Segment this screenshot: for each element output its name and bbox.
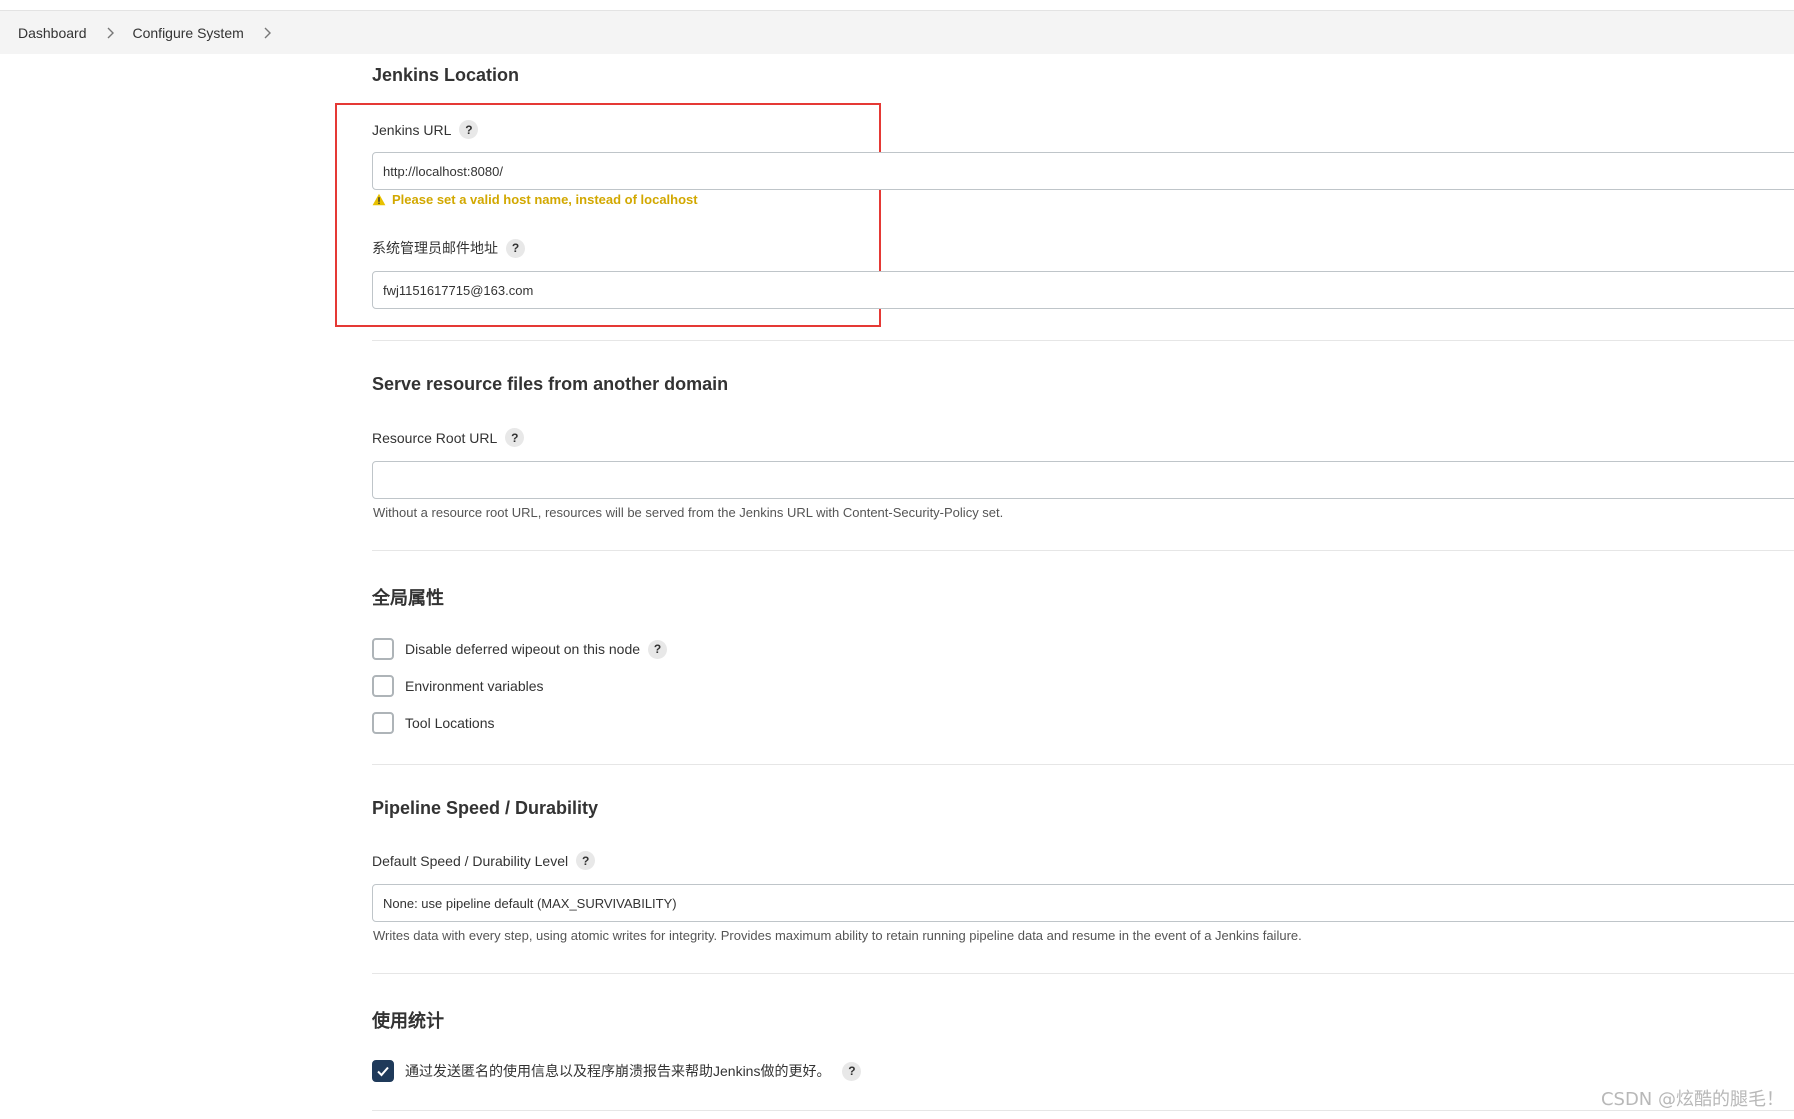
watermark: CSDN @炫酷的腿毛！	[1600, 1089, 1784, 1110]
section-title-global-properties: 全局属性	[372, 588, 444, 608]
chevron-right-icon[interactable]	[254, 27, 280, 39]
warning-icon	[372, 193, 386, 206]
section-divider	[372, 340, 1794, 341]
section-divider	[372, 1110, 1794, 1111]
checkbox-label: Environment variables	[405, 678, 544, 694]
environment-variables-checkbox[interactable]	[372, 675, 394, 697]
jenkins-url-input[interactable]: http://localhost:8080/	[372, 152, 1794, 190]
help-icon[interactable]: ?	[576, 851, 596, 870]
checkbox-label: Tool Locations	[405, 715, 495, 731]
resource-root-url-label-row: Resource Root URL ?	[372, 428, 525, 447]
breadcrumb-configure-system[interactable]: Configure System	[133, 25, 244, 41]
section-divider	[372, 973, 1794, 974]
help-icon[interactable]: ?	[506, 238, 525, 258]
checkbox-label: 通过发送匿名的使用信息以及程序崩溃报告来帮助Jenkins做的更好。	[405, 1063, 831, 1079]
option-tool-locations[interactable]: Tool Locations	[372, 712, 495, 734]
jenkins-url-warning: Please set a valid host name, instead of…	[372, 192, 698, 207]
chevron-right-icon[interactable]	[97, 27, 123, 39]
resource-root-url-label: Resource Root URL	[372, 429, 498, 446]
section-divider	[372, 550, 1794, 551]
checkbox-label: Disable deferred wipeout on this node	[405, 641, 641, 657]
help-icon[interactable]: ?	[842, 1061, 862, 1081]
help-icon[interactable]: ?	[648, 639, 668, 659]
usage-stats-checkbox[interactable]	[372, 1060, 394, 1082]
checkmark-icon	[377, 1066, 389, 1077]
section-title-resource-domain: Serve resource files from another domain	[372, 374, 729, 394]
help-icon[interactable]: ?	[459, 120, 479, 139]
resource-root-url-hint: Without a resource root URL, resources w…	[373, 505, 1004, 520]
option-disable-deferred-wipeout[interactable]: Disable deferred wipeout on this node ?	[372, 638, 668, 660]
warning-text: Please set a valid host name, instead of…	[392, 192, 698, 207]
durability-level-label: Default Speed / Durability Level	[372, 852, 569, 869]
admin-email-label-row: 系统管理员邮件地址 ?	[372, 238, 525, 258]
section-title-usage-stats: 使用统计	[372, 1011, 444, 1031]
disable-deferred-wipeout-checkbox[interactable]	[372, 638, 394, 660]
resource-root-url-input[interactable]	[372, 461, 1794, 499]
jenkins-url-label: Jenkins URL	[372, 121, 452, 138]
jenkins-url-label-row: Jenkins URL ?	[372, 120, 479, 139]
option-environment-variables[interactable]: Environment variables	[372, 675, 544, 697]
section-title-pipeline-speed: Pipeline Speed / Durability	[372, 798, 599, 818]
durability-level-hint: Writes data with every step, using atomi…	[373, 928, 1302, 943]
section-title-jenkins-location: Jenkins Location	[372, 65, 520, 85]
option-usage-stats[interactable]: 通过发送匿名的使用信息以及程序崩溃报告来帮助Jenkins做的更好。 ?	[372, 1060, 862, 1082]
durability-level-select[interactable]: None: use pipeline default (MAX_SURVIVAB…	[372, 884, 1794, 922]
durability-level-label-row: Default Speed / Durability Level ?	[372, 851, 596, 870]
help-icon[interactable]: ?	[505, 428, 525, 447]
breadcrumb-dashboard[interactable]: Dashboard	[18, 25, 87, 41]
tool-locations-checkbox[interactable]	[372, 712, 394, 734]
section-divider	[372, 764, 1794, 765]
breadcrumb: Dashboard Configure System	[0, 11, 1794, 54]
admin-email-label: 系统管理员邮件地址	[372, 240, 498, 256]
admin-email-input[interactable]: fwj1151617715@163.com	[372, 271, 1794, 309]
